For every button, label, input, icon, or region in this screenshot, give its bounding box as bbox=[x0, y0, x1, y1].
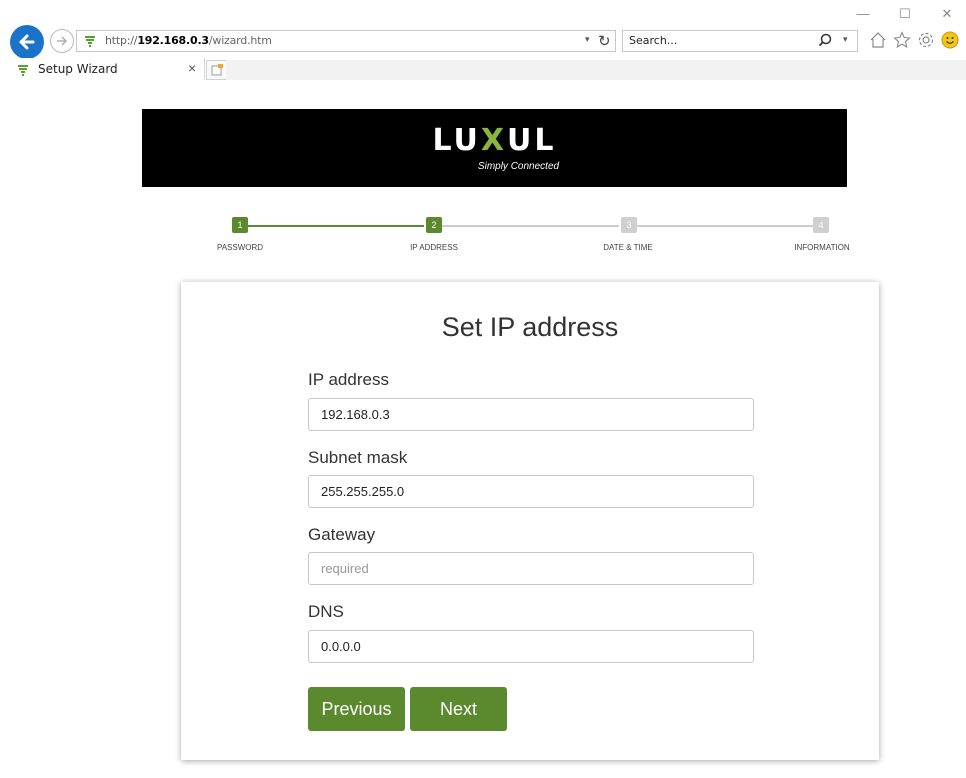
new-tab-icon bbox=[211, 64, 223, 76]
search-input[interactable] bbox=[627, 33, 801, 48]
arrow-right-icon bbox=[57, 36, 68, 46]
chevron-down-icon[interactable]: ▾ bbox=[585, 34, 590, 45]
logo-tagline: Simply Connected bbox=[477, 161, 560, 172]
window-controls: — ☐ ✕ bbox=[852, 6, 958, 22]
subnet-mask-input[interactable] bbox=[308, 475, 754, 508]
browser-tab[interactable]: Setup Wizard × bbox=[0, 58, 205, 80]
minimize-button[interactable]: — bbox=[852, 6, 874, 22]
dns-input[interactable] bbox=[308, 630, 754, 663]
subnet-mask-label: Subnet mask bbox=[308, 448, 408, 467]
step-1-label: PASSWORD bbox=[216, 243, 264, 252]
page-content: LUXUL Simply Connected 1 2 3 4 PASSWORD … bbox=[0, 80, 966, 778]
luxul-logo: LUXUL bbox=[432, 123, 557, 158]
next-button[interactable]: Next bbox=[410, 687, 507, 731]
step-4-marker: 4 bbox=[813, 217, 829, 233]
home-icon[interactable] bbox=[868, 30, 888, 50]
toolbar-icons bbox=[868, 30, 960, 50]
chevron-down-icon[interactable]: ▾ bbox=[843, 34, 848, 45]
previous-button[interactable]: Previous bbox=[308, 687, 405, 731]
step-connector bbox=[442, 225, 619, 227]
address-bar[interactable]: http://192.168.0.3/wizard.htm ▾ ↻ bbox=[76, 30, 616, 52]
browser-chrome: — ☐ ✕ http://192.168.0.3/wizard.htm ▾ ↻ bbox=[0, 0, 966, 60]
search-icon[interactable] bbox=[818, 33, 832, 52]
step-3-label: DATE & TIME bbox=[603, 243, 653, 252]
tab-strip bbox=[226, 60, 966, 80]
step-1-marker: 1 bbox=[232, 217, 248, 233]
favorites-star-icon[interactable] bbox=[892, 30, 912, 50]
ip-address-input[interactable] bbox=[308, 398, 754, 431]
ip-settings-card: Set IP address IP address Subnet mask Ga… bbox=[181, 282, 879, 760]
smiley-feedback-icon[interactable] bbox=[940, 30, 960, 50]
close-window-button[interactable]: ✕ bbox=[936, 6, 958, 22]
site-favicon-icon bbox=[83, 34, 97, 53]
back-button[interactable] bbox=[10, 25, 44, 59]
gateway-label: Gateway bbox=[308, 525, 376, 544]
wizard-progress: 1 2 3 4 PASSWORD IP ADDRESS DATE & TIME … bbox=[0, 216, 966, 256]
step-3-marker: 3 bbox=[621, 217, 637, 233]
step-4-label: INFORMATION bbox=[794, 243, 850, 252]
url-text: http://192.168.0.3/wizard.htm bbox=[105, 34, 272, 47]
new-tab-button[interactable] bbox=[206, 60, 228, 80]
search-box[interactable]: ▾ bbox=[622, 30, 858, 52]
dns-label: DNS bbox=[308, 602, 344, 621]
refresh-icon[interactable]: ↻ bbox=[598, 32, 611, 50]
gear-icon[interactable] bbox=[916, 30, 936, 50]
step-2-label: IP ADDRESS bbox=[410, 243, 458, 252]
step-connector bbox=[248, 225, 424, 227]
forward-button[interactable] bbox=[50, 29, 74, 53]
brand-banner: LUXUL Simply Connected bbox=[142, 109, 847, 187]
arrow-left-icon bbox=[19, 34, 35, 50]
page-title: Set IP address bbox=[441, 312, 619, 342]
maximize-button[interactable]: ☐ bbox=[894, 6, 916, 22]
step-connector bbox=[637, 225, 813, 227]
ip-address-label: IP address bbox=[308, 370, 389, 389]
close-tab-icon[interactable]: × bbox=[188, 60, 196, 76]
tab-title: Setup Wizard bbox=[38, 62, 118, 76]
gateway-input[interactable] bbox=[308, 552, 754, 585]
step-2-marker: 2 bbox=[426, 217, 442, 233]
